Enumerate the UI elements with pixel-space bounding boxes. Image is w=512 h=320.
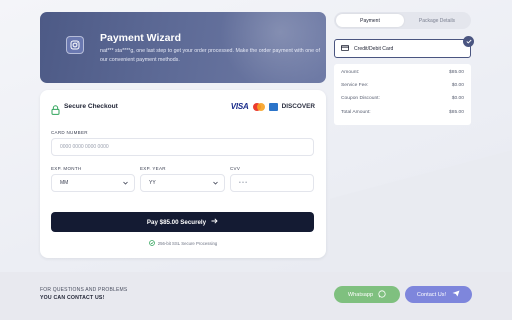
tab-package-details[interactable]: Package Details — [404, 14, 470, 27]
chevron-down-icon — [123, 181, 128, 187]
exp-year-select[interactable]: YY — [140, 174, 225, 192]
summary-value: $0.00 — [451, 83, 464, 88]
exp-month-select[interactable]: MM — [51, 174, 135, 192]
send-icon — [452, 290, 460, 299]
discover-logo: DISCOVER — [281, 103, 315, 110]
exp-year-value: YY — [149, 180, 156, 186]
selected-check-icon — [463, 36, 474, 47]
footer: FOR QUESTIONS AND PROBLEMS YOU CAN CONTA… — [0, 272, 512, 320]
ssl-text: 256-bit SSL Secure Processing — [157, 241, 218, 246]
ssl-note: 256-bit SSL Secure Processing — [40, 240, 326, 247]
footer-line-2: YOU CAN CONTACT US! — [40, 295, 105, 301]
payment-method-credit-debit-card[interactable]: Credit/Debit Card — [334, 36, 474, 58]
exp-month-value: MM — [60, 180, 69, 186]
footer-line-1: FOR QUESTIONS AND PROBLEMS — [40, 287, 128, 293]
exp-month-label: EXP. MONTH — [51, 166, 82, 171]
whatsapp-label: Whatsapp — [347, 291, 374, 298]
summary-label: Total Amount: — [341, 110, 371, 115]
card-number-label: CARD NUMBER — [51, 130, 88, 135]
check-circle-icon — [148, 240, 155, 247]
summary-row: Coupon Discount: $0.00 — [341, 96, 464, 101]
pay-button[interactable]: Pay $85.00 Securely — [51, 212, 314, 232]
instagram-icon — [66, 36, 84, 54]
card-brands: VISA DISCOVER — [231, 102, 315, 111]
card-number-input[interactable]: 0000 0000 0000 0000 — [51, 138, 314, 156]
card-number-placeholder: 0000 0000 0000 0000 — [60, 144, 109, 150]
whatsapp-button[interactable]: Whatsapp — [334, 286, 400, 303]
credit-card-icon — [341, 44, 349, 53]
lock-icon — [51, 102, 60, 120]
payment-tabs: Payment Package Details — [334, 12, 471, 29]
chevron-down-icon — [213, 181, 218, 187]
cvv-placeholder: • • • — [239, 180, 248, 186]
summary-row: Amount: $85.00 — [341, 70, 464, 75]
amex-icon — [268, 102, 278, 111]
summary-row: Total Amount: $85.00 — [341, 110, 464, 115]
cvv-input[interactable]: • • • — [230, 174, 314, 192]
arrow-right-icon — [211, 218, 218, 226]
summary-value: $0.00 — [451, 96, 464, 101]
secure-checkout-card: Secure Checkout VISA DISCOVER CARD NUMBE… — [40, 90, 326, 258]
page-subtitle: nat*** sta****g, one last step to get yo… — [100, 48, 320, 63]
pay-button-label: Pay $85.00 Securely — [146, 218, 207, 226]
contact-us-button[interactable]: Contact Us! — [405, 286, 472, 303]
page-title: Payment Wizard — [100, 32, 182, 44]
payment-method-label: Credit/Debit Card — [354, 45, 394, 52]
payment-wizard-banner: Payment Wizard nat*** sta****g, one last… — [40, 12, 326, 83]
summary-row: Service Fee: $0.00 — [341, 83, 464, 88]
summary-label: Service Fee: — [341, 83, 369, 88]
cvv-label: CVV — [230, 166, 241, 171]
visa-logo: VISA — [230, 102, 249, 111]
summary-value: $85.00 — [449, 70, 464, 75]
summary-label: Amount: — [341, 70, 360, 75]
secure-checkout-title: Secure Checkout — [64, 103, 118, 110]
order-summary: Amount: $85.00 Service Fee: $0.00 Coupon… — [334, 64, 471, 125]
summary-label: Coupon Discount: — [341, 96, 380, 101]
mastercard-icon — [252, 102, 265, 111]
whatsapp-icon — [378, 289, 386, 300]
exp-year-label: EXP. YEAR — [140, 166, 166, 171]
summary-value: $85.00 — [449, 110, 464, 115]
contact-us-label: Contact Us! — [416, 291, 447, 298]
tab-payment[interactable]: Payment — [336, 14, 404, 27]
